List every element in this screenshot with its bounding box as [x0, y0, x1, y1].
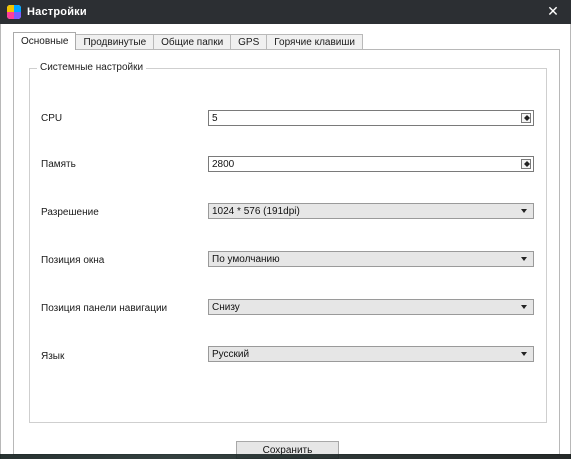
close-button[interactable]: ✕	[545, 4, 561, 20]
window-title: Настройки	[27, 6, 87, 18]
app-icon-quadrant-2	[14, 5, 21, 12]
resolution-label: Разрешение	[41, 207, 99, 218]
nav-panel-position-label: Позиция панели навигации	[41, 303, 168, 314]
title-bar: Настройки ✕	[0, 0, 571, 24]
chevron-down-icon	[521, 257, 527, 261]
chevron-down-icon	[521, 352, 527, 356]
chevron-down-icon	[521, 209, 527, 213]
settings-window: Настройки ✕ Основные Продвинутые Общие п…	[0, 0, 571, 459]
close-icon: ✕	[547, 4, 559, 20]
tab-shared-folders-label: Общие папки	[161, 37, 224, 48]
memory-spin-buttons[interactable]	[521, 159, 531, 169]
tab-gps-label: GPS	[238, 37, 260, 48]
resolution-value: 1024 * 576 (191dpi)	[212, 205, 300, 217]
taskbar-strip	[0, 454, 571, 459]
app-icon	[7, 5, 21, 19]
language-label: Язык	[41, 351, 65, 362]
chevron-down-icon	[521, 305, 527, 309]
chevron-down-icon[interactable]	[524, 164, 530, 167]
tab-advanced[interactable]: Продвинутые	[75, 34, 155, 50]
memory-label: Память	[41, 159, 76, 170]
tab-advanced-label: Продвинутые	[83, 37, 147, 48]
window-position-select[interactable]: По умолчанию	[208, 251, 534, 267]
memory-value: 2800	[212, 158, 235, 170]
cpu-value: 5	[212, 112, 218, 124]
language-value: Русский	[212, 348, 250, 360]
tab-basic[interactable]: Основные	[13, 32, 77, 50]
window-client-area: Основные Продвинутые Общие папки GPS Гор…	[0, 24, 571, 459]
tab-strip: Основные Продвинутые Общие папки GPS Гор…	[13, 32, 363, 50]
memory-stepper[interactable]: 2800	[208, 156, 534, 172]
cpu-stepper[interactable]: 5	[208, 110, 534, 126]
tab-shared-folders[interactable]: Общие папки	[153, 34, 232, 50]
cpu-label: CPU	[41, 113, 63, 124]
tab-basic-label: Основные	[21, 36, 69, 47]
app-icon-quadrant-4	[14, 12, 21, 19]
nav-panel-position-value: Снизу	[212, 301, 240, 313]
app-icon-quadrant-3	[7, 12, 14, 19]
language-select[interactable]: Русский	[208, 346, 534, 362]
window-position-label: Позиция окна	[41, 255, 105, 266]
tab-hotkeys[interactable]: Горячие клавиши	[266, 34, 363, 50]
tab-hotkeys-label: Горячие клавиши	[274, 37, 355, 48]
system-settings-title: Системные настройки	[37, 62, 147, 73]
app-icon-quadrant-1	[7, 5, 14, 12]
window-position-value: По умолчанию	[212, 253, 280, 265]
chevron-down-icon[interactable]	[524, 118, 530, 121]
cpu-spin-buttons[interactable]	[521, 113, 531, 123]
nav-panel-position-select[interactable]: Снизу	[208, 299, 534, 315]
tab-gps[interactable]: GPS	[230, 34, 268, 50]
resolution-select[interactable]: 1024 * 576 (191dpi)	[208, 203, 534, 219]
